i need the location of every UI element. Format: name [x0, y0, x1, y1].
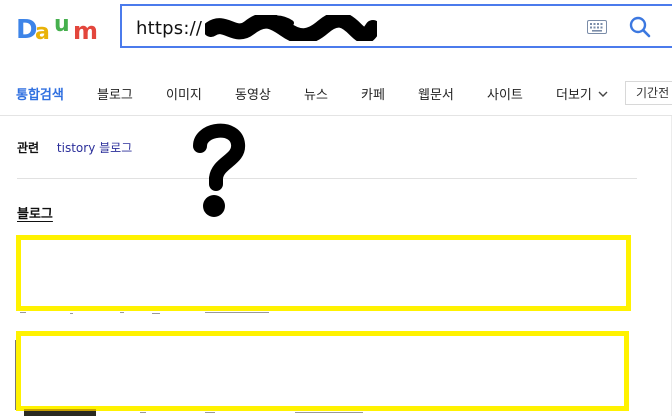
- chevron-down-icon: [598, 91, 608, 97]
- residue-line: [70, 313, 73, 314]
- tab-video[interactable]: 동영상: [235, 84, 271, 103]
- section-divider: [17, 178, 637, 179]
- header: D a u m https://: [0, 0, 672, 70]
- search-tabs: 통합검색 블로그 이미지 동영상 뉴스 카페 웹문서 사이트 더보기 기간전: [0, 70, 672, 116]
- residue-line: [120, 312, 124, 313]
- residue-line: [140, 412, 146, 413]
- blog-result-2-highlight[interactable]: [16, 331, 629, 411]
- tab-integrated-search[interactable]: 통합검색: [16, 84, 64, 103]
- residue-line: [295, 412, 363, 413]
- tab-web-documents[interactable]: 웹문서: [418, 84, 454, 103]
- tab-blog[interactable]: 블로그: [97, 84, 133, 103]
- blog-result-1-highlight[interactable]: [16, 235, 631, 311]
- period-filter-button[interactable]: 기간전: [625, 81, 672, 105]
- residue-line: [205, 412, 215, 413]
- related-searches: 관련 tistory 블로그: [17, 139, 132, 156]
- tab-news[interactable]: 뉴스: [304, 84, 328, 103]
- tab-more-label: 더보기: [556, 88, 592, 103]
- keyboard-icon[interactable]: [587, 20, 607, 34]
- search-icon[interactable]: [628, 15, 652, 39]
- tab-more[interactable]: 더보기: [556, 84, 608, 103]
- residue-line: [152, 313, 160, 314]
- logo-letter-u: u: [54, 12, 70, 37]
- section-title-blog[interactable]: 블로그: [17, 203, 53, 222]
- daum-logo[interactable]: D a u m: [16, 12, 104, 42]
- tab-image[interactable]: 이미지: [166, 84, 202, 103]
- logo-letter-m: m: [73, 17, 98, 42]
- search-box[interactable]: https://: [120, 4, 672, 48]
- tab-site[interactable]: 사이트: [487, 84, 523, 103]
- redacted-scribble: [205, 15, 377, 41]
- residue-line: [20, 312, 26, 313]
- related-link-tistory-blog[interactable]: tistory 블로그: [57, 141, 132, 155]
- logo-letter-a: a: [35, 20, 50, 42]
- result-thumbnail-accent: [24, 409, 96, 411]
- question-mark-annotation: [193, 123, 245, 217]
- related-label: 관련: [17, 141, 40, 155]
- tab-cafe[interactable]: 카페: [361, 84, 385, 103]
- search-input[interactable]: https://: [136, 18, 202, 39]
- residue-line: [205, 312, 269, 313]
